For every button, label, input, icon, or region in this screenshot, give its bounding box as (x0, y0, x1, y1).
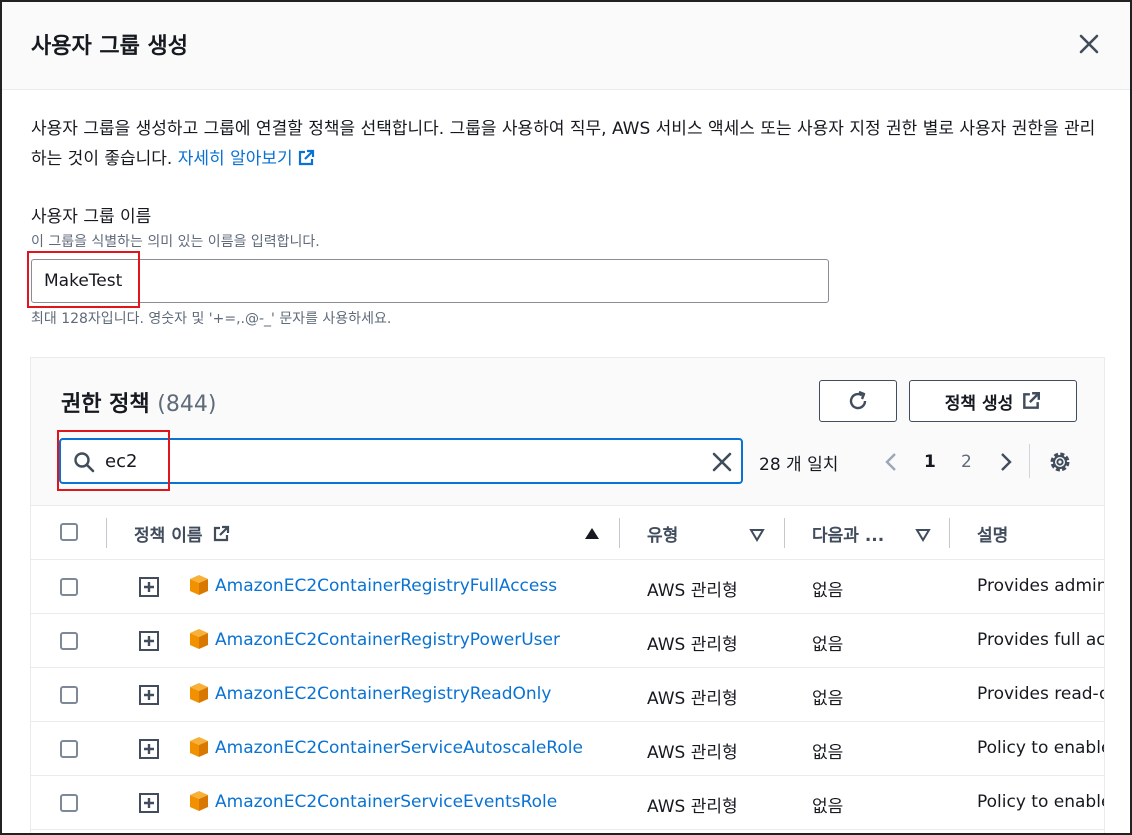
aws-managed-cube-icon (190, 683, 208, 703)
expand-row-icon[interactable] (139, 685, 159, 705)
chevron-left-icon[interactable] (881, 450, 901, 474)
policy-used-as: 없음 (812, 581, 844, 601)
sort-caret-icon[interactable] (915, 528, 931, 542)
policy-type: AWS 관리형 (647, 797, 738, 817)
policy-type: AWS 관리형 (647, 635, 738, 655)
policy-description: Provides full access to Amazon EC2 Conta… (977, 630, 1105, 650)
search-value: ec2 (105, 451, 138, 472)
policy-description: Policy to enable CloudWatch Events for E… (977, 792, 1104, 812)
group-name-label: 사용자 그룹 이름 (31, 207, 152, 227)
group-name-constraint: 최대 128자입니다. 영숫자 및 '+=,.@-_' 문자를 사용하세요. (31, 311, 392, 327)
table-row[interactable]: AmazonEC2ContainerRegistryPowerUser AWS … (31, 614, 1104, 668)
policy-name-link[interactable]: AmazonEC2ContainerRegistryPowerUser (215, 630, 560, 650)
policy-used-as: 없음 (812, 743, 844, 763)
external-link-icon (1023, 392, 1041, 409)
policy-used-as: 없음 (812, 635, 844, 655)
aws-managed-cube-icon (190, 737, 208, 757)
column-divider (619, 518, 620, 548)
external-link-icon (214, 525, 230, 542)
policy-description: Policy to enable Task Autoscaling for Am… (977, 738, 1104, 758)
dialog-title: 사용자 그룹 생성 (31, 34, 188, 59)
table-header: 정책 이름 유형 다음과 ... 설명 (31, 506, 1104, 560)
search-icon (74, 452, 95, 473)
aws-managed-cube-icon (190, 575, 208, 595)
expand-row-icon[interactable] (139, 739, 159, 759)
row-checkbox[interactable] (60, 578, 78, 596)
select-all-checkbox[interactable] (60, 523, 78, 541)
page-1-button[interactable]: 1 (924, 452, 936, 472)
create-policy-label: 정책 생성 (944, 393, 1014, 414)
group-name-value: MakeTest (44, 271, 123, 291)
panel-header: 권한 정책 (844) 정책 생성 ec2 28 개 일치 1 2 (31, 358, 1104, 506)
policy-name-link[interactable]: AmazonEC2ContainerRegistryReadOnly (215, 684, 551, 704)
row-checkbox[interactable] (60, 740, 78, 758)
refresh-button[interactable] (819, 380, 897, 422)
aws-managed-cube-icon (190, 791, 208, 811)
row-checkbox[interactable] (60, 686, 78, 704)
column-header-description[interactable]: 설명 (977, 521, 1008, 546)
clear-search-icon[interactable] (711, 451, 733, 473)
column-divider (784, 518, 785, 548)
panel-title: 권한 정책 (844) (61, 392, 217, 417)
policy-type: AWS 관리형 (647, 689, 738, 709)
group-name-input[interactable]: MakeTest (31, 259, 829, 303)
expand-row-icon[interactable] (139, 631, 159, 651)
policy-description: Provides read-only access to Amazon EC2 … (977, 684, 1104, 704)
dialog-description: 사용자 그룹을 생성하고 그룹에 연결할 정책을 선택합니다. 그룹을 사용하여… (31, 114, 1101, 174)
sort-ascending-icon[interactable] (584, 527, 600, 541)
refresh-icon (849, 390, 867, 410)
dialog-header: 사용자 그룹 생성 (2, 2, 1130, 90)
column-divider (106, 518, 107, 548)
create-user-group-dialog: 사용자 그룹 생성 사용자 그룹을 생성하고 그룹에 연결할 정책을 선택합니다… (0, 0, 1132, 835)
table-row[interactable]: AmazonEC2ContainerRegistryFullAccess AWS… (31, 560, 1104, 614)
close-icon (1079, 34, 1099, 54)
policy-count: (844) (157, 392, 217, 417)
create-policy-button[interactable]: 정책 생성 (909, 380, 1077, 422)
table-row[interactable]: AmazonEC2ContainerServiceAutoscaleRole A… (31, 722, 1104, 776)
column-header-name[interactable]: 정책 이름 (134, 521, 230, 546)
permission-policies-panel: 권한 정책 (844) 정책 생성 ec2 28 개 일치 1 2 정책 이름 … (30, 357, 1105, 833)
policy-name-link[interactable]: AmazonEC2ContainerServiceAutoscaleRole (215, 738, 583, 758)
close-button[interactable] (1074, 29, 1104, 59)
column-divider (949, 518, 950, 548)
policy-used-as: 없음 (812, 797, 844, 817)
learn-more-link[interactable]: 자세히 알아보기 (178, 149, 315, 169)
page-2-button[interactable]: 2 (961, 452, 972, 472)
policy-name-link[interactable]: AmazonEC2ContainerServiceEventsRole (215, 792, 557, 812)
gear-icon[interactable] (1047, 449, 1073, 475)
table-row[interactable]: AmazonEC2ContainerRegistryReadOnly AWS 관… (31, 668, 1104, 722)
aws-managed-cube-icon (190, 629, 208, 649)
policy-used-as: 없음 (812, 689, 844, 709)
column-header-used-as[interactable]: 다음과 ... (812, 521, 884, 546)
row-checkbox[interactable] (60, 794, 78, 812)
expand-row-icon[interactable] (139, 793, 159, 813)
chevron-right-icon[interactable] (996, 450, 1016, 474)
external-link-icon (298, 149, 314, 166)
group-name-hint: 이 그룹을 식별하는 의미 있는 이름을 입력합니다. (31, 234, 320, 250)
policy-search-input[interactable]: ec2 (59, 438, 743, 484)
expand-row-icon[interactable] (139, 577, 159, 597)
pager-divider (1029, 444, 1030, 478)
match-count: 28 개 일치 (759, 455, 839, 475)
policy-description: Provides administrative access to Amazon… (977, 576, 1104, 596)
sort-caret-icon[interactable] (749, 528, 765, 542)
column-header-type[interactable]: 유형 (647, 521, 678, 546)
policy-type: AWS 관리형 (647, 743, 738, 763)
policy-name-link[interactable]: AmazonEC2ContainerRegistryFullAccess (215, 576, 557, 596)
table-row[interactable]: AmazonEC2ContainerServiceEventsRole AWS … (31, 776, 1104, 830)
row-checkbox[interactable] (60, 632, 78, 650)
policy-type: AWS 관리형 (647, 581, 738, 601)
